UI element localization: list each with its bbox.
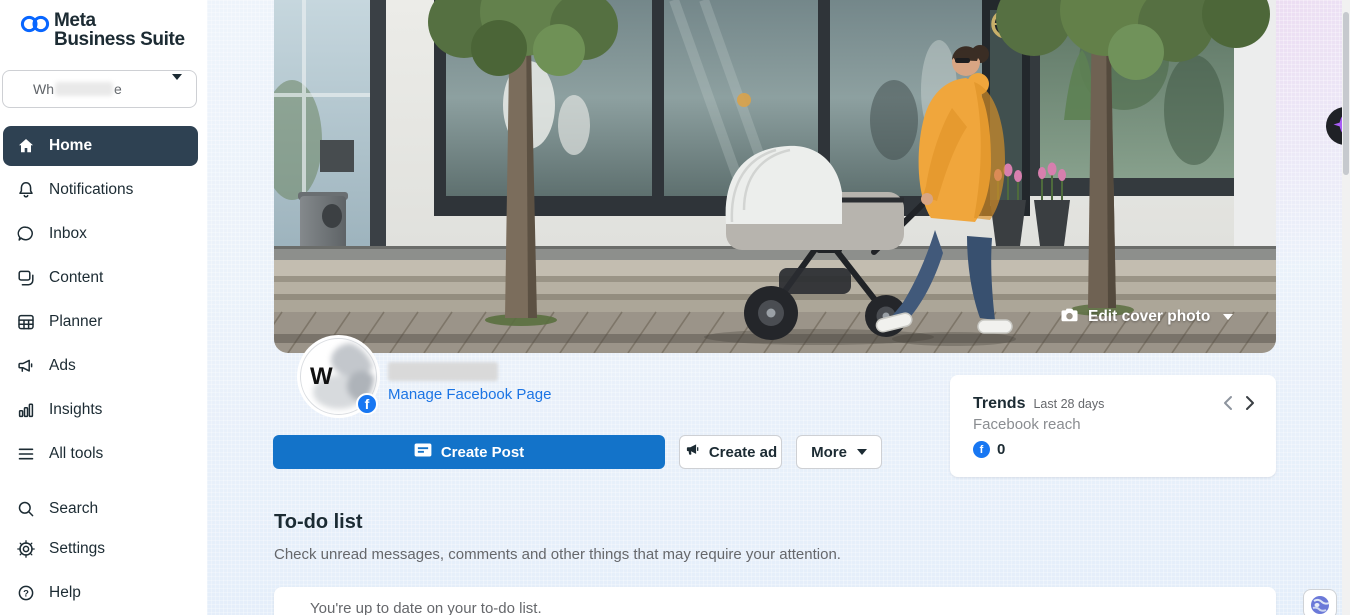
logo-text: Meta Business Suite	[54, 11, 185, 49]
chevron-right-icon[interactable]	[1245, 395, 1256, 416]
sidebar-item-label: Planner	[49, 313, 102, 331]
create-ad-button[interactable]: Create ad	[679, 435, 782, 469]
gear-icon	[16, 539, 36, 559]
vertical-scrollbar[interactable]	[1342, 0, 1350, 615]
more-button[interactable]: More	[796, 435, 882, 469]
camera-icon	[1060, 306, 1079, 328]
content-pages-icon	[16, 268, 36, 288]
avatar-letter: W	[310, 363, 333, 391]
sidebar-item-label: All tools	[49, 445, 103, 463]
logo-line1: Meta	[54, 11, 185, 30]
more-label: More	[811, 444, 847, 461]
sidebar-item-label: Inbox	[49, 225, 87, 243]
todo-list-title: To-do list	[274, 511, 363, 534]
globe-icon	[1309, 594, 1331, 615]
sidebar-item-label: Help	[49, 584, 81, 602]
page-name-redacted	[388, 362, 498, 381]
logo-line2: Business Suite	[54, 30, 185, 49]
chevron-down-icon	[1223, 314, 1233, 320]
sidebar-item-label: Settings	[49, 540, 105, 558]
edit-cover-photo-label: Edit cover photo	[1088, 308, 1210, 326]
sidebar: Meta Business Suite Wh e Home Notificati…	[0, 0, 207, 615]
todo-empty-state-text: You're up to date on your to-do list.	[310, 600, 542, 615]
sidebar-item-help[interactable]: ? Help	[3, 573, 198, 613]
sidebar-item-label: Search	[49, 500, 98, 518]
bell-icon	[16, 180, 36, 200]
manage-facebook-page-link[interactable]: Manage Facebook Page	[388, 386, 551, 403]
trends-metric-label: Facebook reach	[973, 416, 1254, 433]
megaphone-icon	[684, 442, 701, 462]
todo-list-description: Check unread messages, comments and othe…	[274, 546, 841, 563]
bar-chart-icon	[16, 400, 36, 420]
create-post-button[interactable]: Create Post	[273, 435, 665, 469]
selector-text-end: e	[114, 81, 122, 97]
post-icon	[414, 443, 432, 461]
sidebar-item-label: Home	[49, 137, 92, 155]
megaphone-icon	[16, 356, 36, 376]
cover-photo-illustration	[274, 0, 1276, 353]
sidebar-item-label: Ads	[49, 357, 76, 375]
trends-card: Trends Last 28 days Facebook reach f 0	[950, 375, 1276, 477]
meta-business-suite-screen: Meta Business Suite Wh e Home Notificati…	[0, 0, 1350, 615]
selector-text-start: Wh	[33, 81, 54, 97]
chevron-down-icon	[172, 80, 182, 98]
home-icon	[16, 136, 36, 156]
facebook-badge-icon: f	[356, 393, 378, 415]
create-ad-label: Create ad	[709, 444, 777, 461]
facebook-reach-value: 0	[997, 441, 1005, 458]
sidebar-item-insights[interactable]: Insights	[3, 390, 198, 430]
chat-bubble-icon	[16, 224, 36, 244]
sidebar-item-label: Content	[49, 269, 103, 287]
create-post-label: Create Post	[441, 444, 524, 461]
meta-business-suite-logo[interactable]: Meta Business Suite	[20, 11, 185, 49]
sidebar-item-home[interactable]: Home	[3, 126, 198, 166]
sidebar-item-settings[interactable]: Settings	[3, 529, 198, 569]
scrollbar-thumb[interactable]	[1343, 12, 1349, 175]
sidebar-item-search[interactable]: Search	[3, 489, 198, 529]
cover-photo: Edit cover photo	[274, 0, 1276, 353]
globe-button[interactable]	[1303, 589, 1337, 615]
sidebar-item-planner[interactable]: Planner	[3, 302, 198, 342]
trends-title: Trends	[973, 395, 1025, 413]
business-selector-dropdown[interactable]: Wh e	[2, 70, 197, 108]
sidebar-item-label: Notifications	[49, 181, 133, 199]
planner-calendar-icon	[16, 312, 36, 332]
trends-period: Last 28 days	[1033, 397, 1104, 411]
todo-list-card: You're up to date on your to-do list.	[274, 587, 1276, 615]
sidebar-item-label: Insights	[49, 401, 102, 419]
search-icon	[16, 499, 36, 519]
hamburger-menu-icon	[16, 444, 36, 464]
chevron-down-icon	[857, 449, 867, 455]
selector-redacted-text	[55, 82, 113, 96]
chevron-left-icon[interactable]	[1222, 395, 1233, 416]
sidebar-item-ads[interactable]: Ads	[3, 346, 198, 386]
help-question-icon: ?	[16, 583, 36, 603]
sidebar-item-content[interactable]: Content	[3, 258, 198, 298]
page-avatar[interactable]: W f	[300, 338, 377, 415]
facebook-icon: f	[973, 441, 990, 458]
sidebar-item-all-tools[interactable]: All tools	[3, 434, 198, 474]
sidebar-item-inbox[interactable]: Inbox	[3, 214, 198, 254]
svg-text:?: ?	[23, 588, 29, 599]
edit-cover-photo-button[interactable]: Edit cover photo	[1060, 306, 1233, 328]
sidebar-item-notifications[interactable]: Notifications	[3, 170, 198, 210]
meta-infinity-icon	[20, 14, 50, 49]
